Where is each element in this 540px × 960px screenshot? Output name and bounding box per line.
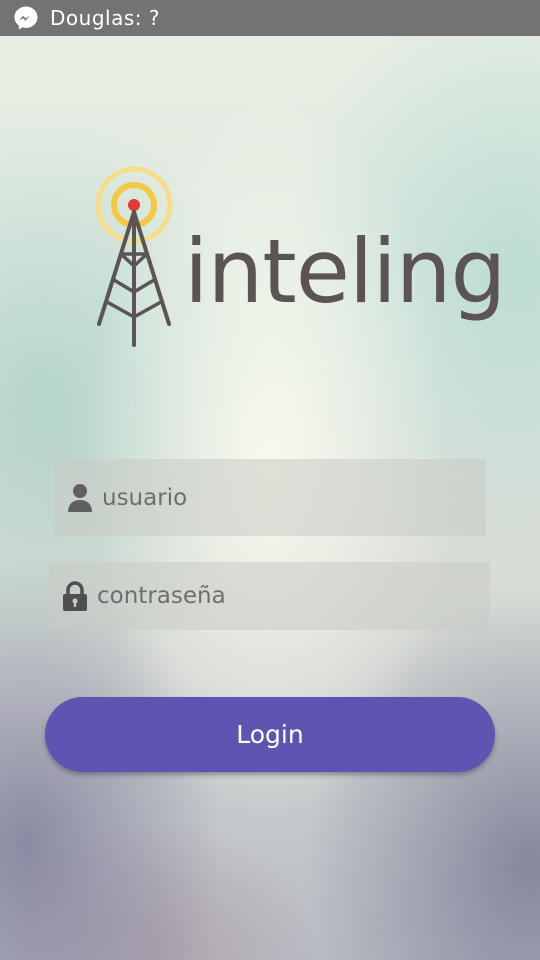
radio-tower-icon	[95, 166, 173, 347]
notification-text: Douglas: ?	[50, 6, 160, 30]
password-field[interactable]	[49, 562, 490, 630]
status-bar: Douglas: ?	[0, 0, 540, 36]
brand-name: inteling	[184, 220, 506, 323]
lock-icon	[63, 581, 87, 611]
password-input[interactable]	[97, 562, 490, 630]
username-field[interactable]	[54, 459, 486, 536]
user-icon	[68, 483, 92, 512]
username-input[interactable]	[102, 459, 486, 536]
app-logo: inteling	[92, 162, 506, 352]
messenger-icon	[14, 6, 38, 30]
login-button[interactable]: Login	[45, 697, 495, 772]
